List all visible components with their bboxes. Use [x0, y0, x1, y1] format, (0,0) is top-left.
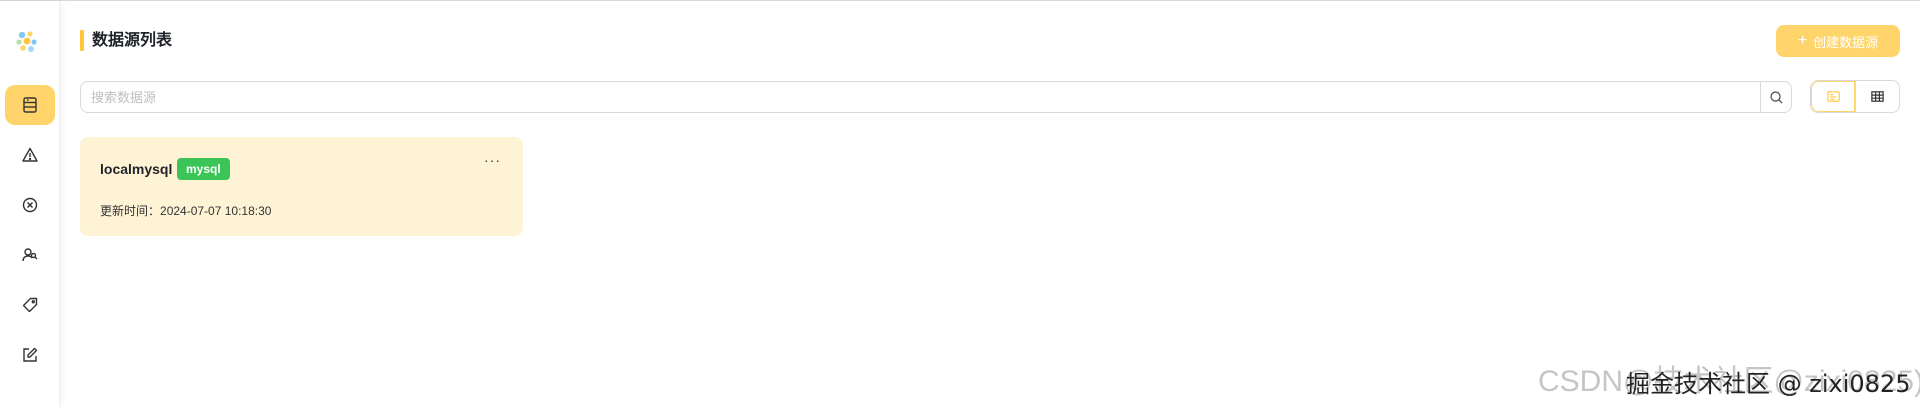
sidebar-item-users[interactable]: [5, 235, 55, 275]
database-list-icon: [23, 97, 37, 113]
warning-triangle-icon: [22, 147, 38, 162]
datasource-name: localmysql: [100, 161, 173, 177]
card-view-button[interactable]: [1811, 81, 1856, 112]
sidebar-item-datasource[interactable]: [5, 85, 55, 125]
plus-icon: +: [1797, 32, 1808, 49]
user-group-icon: [22, 248, 38, 262]
sidebar-item-alert[interactable]: [5, 135, 55, 175]
table-view-icon: [1871, 91, 1884, 102]
watermark-front: 掘金技术社区 @ zixi0825: [1626, 370, 1911, 398]
table-view-button[interactable]: [1855, 81, 1899, 112]
create-datasource-button[interactable]: + 创建数据源: [1776, 25, 1900, 57]
update-time-value: 2024-07-07 10:18:30: [160, 204, 272, 218]
create-button-label: 创建数据源: [1813, 34, 1879, 50]
app-logo[interactable]: [12, 27, 42, 57]
title-accent-bar: [80, 30, 84, 51]
sidebar: [0, 1, 60, 407]
datasource-type-tag: mysql: [177, 158, 230, 180]
search-input[interactable]: [81, 82, 1760, 112]
edit-icon: [23, 347, 38, 362]
more-options-button[interactable]: ···: [484, 153, 501, 167]
close-circle-icon: [22, 197, 38, 213]
sidebar-item-error[interactable]: [5, 185, 55, 225]
view-toggle: [1810, 80, 1900, 113]
card-view-icon: [1826, 91, 1840, 102]
sidebar-item-tags[interactable]: [5, 285, 55, 325]
datasource-card[interactable]: localmysql mysql ··· 更新时间：2024-07-07 10:…: [80, 137, 523, 236]
page-title: 数据源列表: [92, 32, 173, 49]
update-time-label: 更新时间：: [100, 204, 161, 218]
sidebar-item-edit[interactable]: [5, 335, 55, 375]
search-bar: [80, 81, 1792, 113]
top-border: [0, 0, 1920, 1]
search-button[interactable]: [1760, 82, 1791, 112]
search-icon: [1769, 90, 1783, 104]
update-time-row: 更新时间：2024-07-07 10:18:30: [100, 202, 271, 219]
tag-icon: [22, 297, 38, 313]
